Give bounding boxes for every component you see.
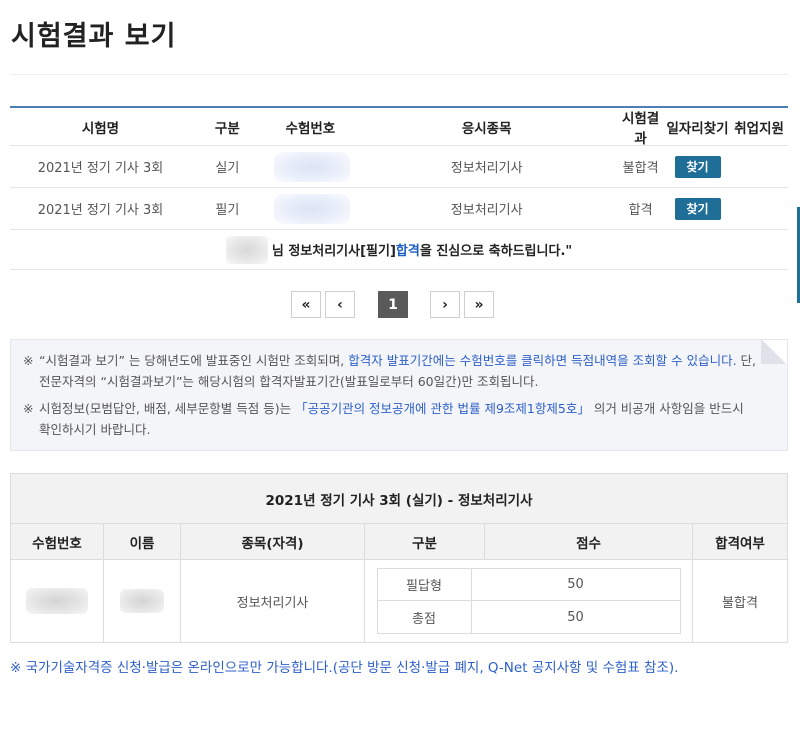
- congrats-message: 님 정보처리기사[필기] 합격 을 진심으로 축하드립니다.": [10, 230, 788, 270]
- results-header-row: 시험명 구분 수험번호 응시종목 시험결과 일자리찾기 취업지원: [10, 108, 788, 147]
- page-1-button[interactable]: 1: [378, 291, 408, 318]
- col-type: 구분: [365, 524, 485, 559]
- col-score: 점수: [485, 524, 693, 559]
- col-pass: 합격여부: [715, 535, 765, 552]
- score-detail-table: 2021년 정기 기사 3회 (실기) - 정보처리기사 수험번호 이름 종목(…: [10, 473, 788, 643]
- col-result: 시험결과: [621, 110, 660, 147]
- col-job-search: 일자리찾기: [666, 120, 729, 137]
- pagination: « ‹ 1 › »: [291, 291, 498, 318]
- score-row: 필답형 50: [377, 569, 680, 601]
- detail-header-row: 수험번호 이름 종목(자격) 구분 점수 합격여부: [11, 524, 787, 560]
- score-label: 필답형: [378, 569, 472, 600]
- find-job-button[interactable]: 찾기: [674, 197, 721, 220]
- col-exam-number: 수험번호: [11, 524, 104, 559]
- exam-name: 2021년 정기 기사 3회: [37, 161, 164, 176]
- footer-note: ※ 국가기술자격증 신청·발급은 온라인으로만 가능합니다.(공단 방문 신청·…: [10, 660, 679, 676]
- col-subject: 종목(자격): [181, 524, 365, 559]
- redacted-exam-number: [273, 194, 350, 224]
- congrats-prefix: 님 정보처리기사[필기]: [271, 244, 396, 259]
- title-divider: [10, 74, 788, 75]
- find-job-button[interactable]: 찾기: [674, 155, 721, 178]
- detail-pass-status: 불합격: [722, 595, 758, 611]
- exam-number-link[interactable]: [264, 146, 357, 187]
- exam-type: 필기: [215, 203, 240, 218]
- exam-name: 2021년 정기 기사 3회: [37, 203, 164, 218]
- col-exam-name: 시험명: [81, 120, 120, 137]
- score-label: 총점: [378, 601, 472, 633]
- double-chevron-left-icon: «: [301, 296, 311, 313]
- exam-result: 합격: [628, 203, 653, 218]
- notice-line-2: ※ 시험정보(모범답안, 배점, 세부문항별 득점 등)는 「공공기관의 정보공개…: [23, 401, 744, 437]
- exam-number-link[interactable]: [264, 188, 357, 229]
- table-row: 2021년 정기 기사 3회 실기 정보처리기사 불합격 찾기: [10, 146, 788, 188]
- prev-page-button[interactable]: ‹: [325, 291, 355, 318]
- col-type: 구분: [214, 120, 240, 137]
- detail-subject: 정보처리기사: [181, 560, 365, 642]
- redacted-exam-number: [273, 152, 350, 182]
- col-subject: 응시종목: [461, 120, 512, 137]
- chevron-right-icon: ›: [442, 296, 448, 313]
- col-exam-number: 수험번호: [285, 120, 336, 137]
- redacted-exam-number: [26, 588, 88, 614]
- exam-result: 불합격: [622, 161, 659, 176]
- col-employment-support: 취업지원: [734, 120, 784, 137]
- congrats-suffix: 을 진심으로 축하드립니다.": [419, 244, 573, 259]
- law-reference: 「공공기관의 정보공개에 관한 법률 제9조제1항제5호」: [295, 401, 590, 416]
- table-row: 2021년 정기 기사 3회 필기 정보처리기사 합격 찾기: [10, 188, 788, 230]
- exam-type: 실기: [215, 161, 240, 176]
- page-title: 시험결과 보기: [11, 21, 177, 52]
- notice-highlight: 합격자 발표기간에는 수험번호를 클릭하면 득점내역을 조회할 수 있습니다.: [348, 353, 737, 368]
- col-name: 이름: [104, 524, 181, 559]
- chevron-left-icon: ‹: [337, 296, 343, 313]
- congrats-highlight: 합격: [395, 244, 420, 259]
- detail-body-row: 정보처리기사 필답형 50 총점 50 불합격: [11, 560, 787, 642]
- last-page-button[interactable]: »: [464, 291, 494, 318]
- score-value: 50: [567, 577, 584, 592]
- redacted-name: [120, 589, 164, 613]
- notice-line-1: ※ “시험결과 보기” 는 당해년도에 발표중인 시험만 조회되며, 합격자 발표…: [23, 353, 756, 389]
- exam-subject: 정보처리기사: [450, 161, 523, 176]
- results-table: 시험명 구분 수험번호 응시종목 시험결과 일자리찾기 취업지원 2021년 정…: [10, 106, 788, 270]
- redacted-name: [225, 235, 268, 264]
- score-value: 50: [567, 609, 584, 625]
- detail-title: 2021년 정기 기사 3회 (실기) - 정보처리기사: [11, 474, 787, 524]
- first-page-button[interactable]: «: [291, 291, 321, 318]
- next-page-button[interactable]: ›: [430, 291, 460, 318]
- exam-subject: 정보처리기사: [450, 203, 523, 218]
- page-fold-icon: [761, 340, 787, 364]
- score-breakdown: 필답형 50 총점 50: [376, 568, 681, 634]
- score-row: 총점 50: [378, 601, 680, 633]
- notice-box: ※ “시험결과 보기” 는 당해년도에 발표중인 시험만 조회되며, 합격자 발표…: [10, 339, 788, 451]
- double-chevron-right-icon: »: [474, 296, 484, 313]
